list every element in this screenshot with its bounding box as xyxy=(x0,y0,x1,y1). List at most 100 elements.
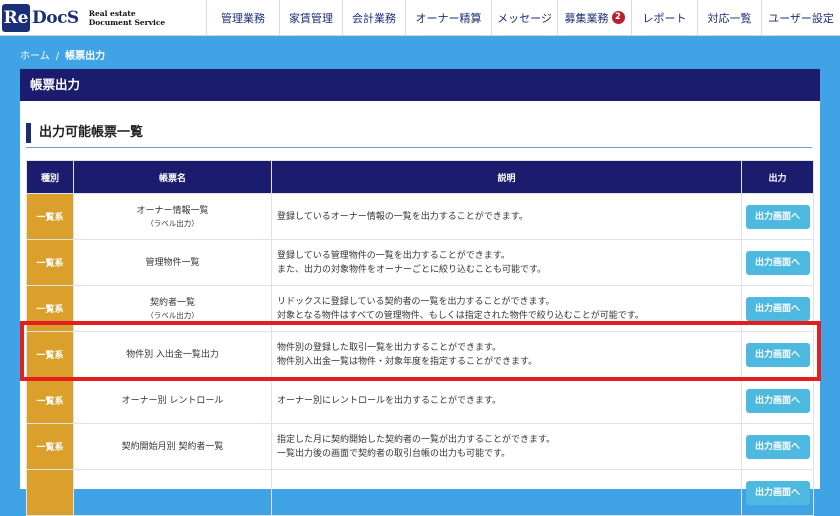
nav-label: 会計業務 xyxy=(352,11,396,25)
nav-item-accounting[interactable]: 会計業務 xyxy=(342,0,405,35)
type-cell: 一覧系 xyxy=(26,331,74,378)
report-name-cell xyxy=(73,469,272,516)
type-cell xyxy=(26,469,74,516)
section-header: 出力可能帳票一覧 xyxy=(26,119,812,148)
report-name: オーナー別 レントロール xyxy=(121,395,224,406)
output-screen-button[interactable]: 出力画面へ xyxy=(745,296,810,321)
output-screen-button[interactable]: 出力画面へ xyxy=(745,434,810,459)
output-screen-button[interactable]: 出力画面へ xyxy=(745,204,810,229)
description-line: 指定した月に契約開始した契約者の一覧が出力することができます。 xyxy=(277,434,556,445)
report-name-cell: オーナー別 レントロール xyxy=(73,377,272,424)
logo[interactable]: Re DocS Real estate Document Service xyxy=(2,2,165,34)
logo-sub-line2: Document Service xyxy=(88,18,166,27)
section-accent-bar xyxy=(26,123,31,143)
page-title: 帳票出力 xyxy=(20,69,820,101)
output-cell: 出力画面へ xyxy=(741,423,814,470)
output-screen-button[interactable]: 出力画面へ xyxy=(745,480,810,505)
type-cell: 一覧系 xyxy=(26,423,74,470)
nav-label: レポート xyxy=(642,11,687,25)
breadcrumb: ホーム / 帳票出力 xyxy=(20,47,105,62)
table-row: 一覧系 契約開始月別 契約者一覧 指定した月に契約開始した契約者の一覧が出力する… xyxy=(26,423,814,470)
report-name: 契約開始月別 契約者一覧 xyxy=(121,441,224,452)
nav-item-recruitment[interactable]: 募集業務 2 xyxy=(557,0,631,35)
description-cell: 登録しているオーナー情報の一覧を出力することができます。 xyxy=(271,193,742,240)
report-name-cell: 契約開始月別 契約者一覧 xyxy=(73,423,272,470)
logo-mark: Re DocS xyxy=(2,4,79,32)
report-name-sub: （ラベル出力） xyxy=(146,219,199,228)
top-navigation: Re DocS Real estate Document Service 管理業務… xyxy=(0,0,840,36)
report-name: オーナー情報一覧 xyxy=(136,206,209,216)
table-row: 一覧系 契約者一覧 （ラベル出力） リドックスに登録している契約者の一覧を出力する… xyxy=(26,285,814,332)
description-line: 対象となる物件はすべての管理物件、もしくは指定された物件で絞り込むことが可能です… xyxy=(277,310,644,321)
nav-items: 管理業務 家賃管理 会計業務 オーナー精算 メッセージ 募集業務 2 レポート 対… xyxy=(206,0,840,35)
nav-label: 家賃管理 xyxy=(289,11,333,25)
nav-item-report[interactable]: レポート xyxy=(631,0,697,35)
report-name-cell: 契約者一覧 （ラベル出力） xyxy=(73,285,272,332)
nav-item-rent[interactable]: 家賃管理 xyxy=(279,0,342,35)
nav-item-responses[interactable]: 対応一覧 xyxy=(697,0,761,35)
nav-label: 募集業務 xyxy=(564,11,609,25)
table-row: 一覧系 物件別 入出金一覧出力 物件別の登録した取引一覧を出力することができます… xyxy=(26,331,814,378)
notification-badge: 2 xyxy=(611,11,625,24)
description-line: オーナー別にレントロールを出力することができます。 xyxy=(277,395,502,406)
report-table: 種別 帳票名 説明 出力 一覧系 オーナー情報一覧 （ラベル出力） 登録しているオ… xyxy=(26,160,814,516)
table-row: 一覧系 オーナー情報一覧 （ラベル出力） 登録しているオーナー情報の一覧を出力する… xyxy=(26,193,814,240)
output-cell: 出力画面へ xyxy=(741,285,814,332)
output-screen-button[interactable]: 出力画面へ xyxy=(745,250,810,275)
output-cell: 出力画面へ xyxy=(741,193,814,240)
nav-item-user-settings[interactable]: ユーザー設定 xyxy=(761,0,840,35)
description-line: 登録しているオーナー情報の一覧を出力することができます。 xyxy=(277,211,528,222)
nav-item-management[interactable]: 管理業務 xyxy=(206,0,279,35)
description-line: 一覧出力後の画面で契約者の取引台帳の出力も可能です。 xyxy=(277,448,511,459)
output-cell: 出力画面へ xyxy=(741,239,814,286)
output-cell: 出力画面へ xyxy=(741,377,814,424)
report-name-sub: （ラベル出力） xyxy=(146,311,199,320)
breadcrumb-current: 帳票出力 xyxy=(65,51,106,62)
description-line: 物件別入出金一覧は物件・対象年度を指定することができます。 xyxy=(277,356,538,367)
type-cell: 一覧系 xyxy=(26,193,74,240)
nav-item-owner-settlement[interactable]: オーナー精算 xyxy=(405,0,491,35)
table-row: 一覧系 管理物件一覧 登録している管理物件の一覧を出力することができます。また、… xyxy=(26,239,814,286)
header-name: 帳票名 xyxy=(73,160,272,194)
section-title: 出力可能帳票一覧 xyxy=(39,125,144,140)
description-line: 登録している管理物件の一覧を出力することができます。 xyxy=(277,250,510,261)
nav-label: メッセージ xyxy=(497,11,552,25)
type-cell: 一覧系 xyxy=(26,377,74,424)
table-row: 一覧系 オーナー別 レントロール オーナー別にレントロールを出力することができま… xyxy=(26,377,814,424)
type-cell: 一覧系 xyxy=(26,285,74,332)
description-cell xyxy=(271,469,742,516)
output-cell: 出力画面へ xyxy=(741,469,814,516)
table-header-row: 種別 帳票名 説明 出力 xyxy=(26,160,814,194)
description-line: 物件別の登録した取引一覧を出力することができます。 xyxy=(277,342,502,353)
breadcrumb-home[interactable]: ホーム xyxy=(20,51,50,62)
table-row: 出力画面へ xyxy=(26,469,814,516)
main-panel: 帳票出力 出力可能帳票一覧 種別 帳票名 説明 出力 一覧系 オーナー情報一覧 （… xyxy=(20,69,820,516)
logo-re: Re xyxy=(2,4,30,32)
header-output: 出力 xyxy=(741,160,814,194)
report-name: 契約者一覧 xyxy=(149,298,195,308)
output-screen-button[interactable]: 出力画面へ xyxy=(745,342,810,367)
description-cell: 登録している管理物件の一覧を出力することができます。また、出力の対象物件をオーナ… xyxy=(271,239,742,286)
report-name-cell: オーナー情報一覧 （ラベル出力） xyxy=(73,193,272,240)
nav-label: 対応一覧 xyxy=(707,11,752,25)
description-cell: 指定した月に契約開始した契約者の一覧が出力することができます。 一覧出力後の画面で… xyxy=(271,423,742,470)
report-name: 管理物件一覧 xyxy=(145,257,200,268)
description-cell: 物件別の登録した取引一覧を出力することができます。物件別入出金一覧は物件・対象年… xyxy=(271,331,742,378)
type-cell: 一覧系 xyxy=(26,239,74,286)
nav-label: ユーザー設定 xyxy=(768,11,834,25)
nav-label: オーナー精算 xyxy=(415,11,482,25)
description-line: リドックスに登録している契約者の一覧を出力することができます。 xyxy=(277,296,555,307)
description-cell: リドックスに登録している契約者の一覧を出力することができます。対象となる物件はす… xyxy=(271,285,742,332)
header-description: 説明 xyxy=(271,160,742,194)
description-cell: オーナー別にレントロールを出力することができます。 xyxy=(271,377,742,424)
report-name: 物件別 入出金一覧出力 xyxy=(126,349,219,360)
nav-item-messages[interactable]: メッセージ xyxy=(491,0,557,35)
logo-subtitle: Real estate Document Service xyxy=(89,9,165,27)
logo-docs: DocS xyxy=(32,8,79,28)
output-screen-button[interactable]: 出力画面へ xyxy=(745,388,810,413)
header-type: 種別 xyxy=(26,160,74,194)
nav-label: 管理業務 xyxy=(221,11,265,25)
description-line: また、出力の対象物件をオーナーごとに絞り込むことも可能です。 xyxy=(277,264,547,275)
breadcrumb-separator: / xyxy=(55,51,60,62)
report-name-cell: 物件別 入出金一覧出力 xyxy=(73,331,272,378)
